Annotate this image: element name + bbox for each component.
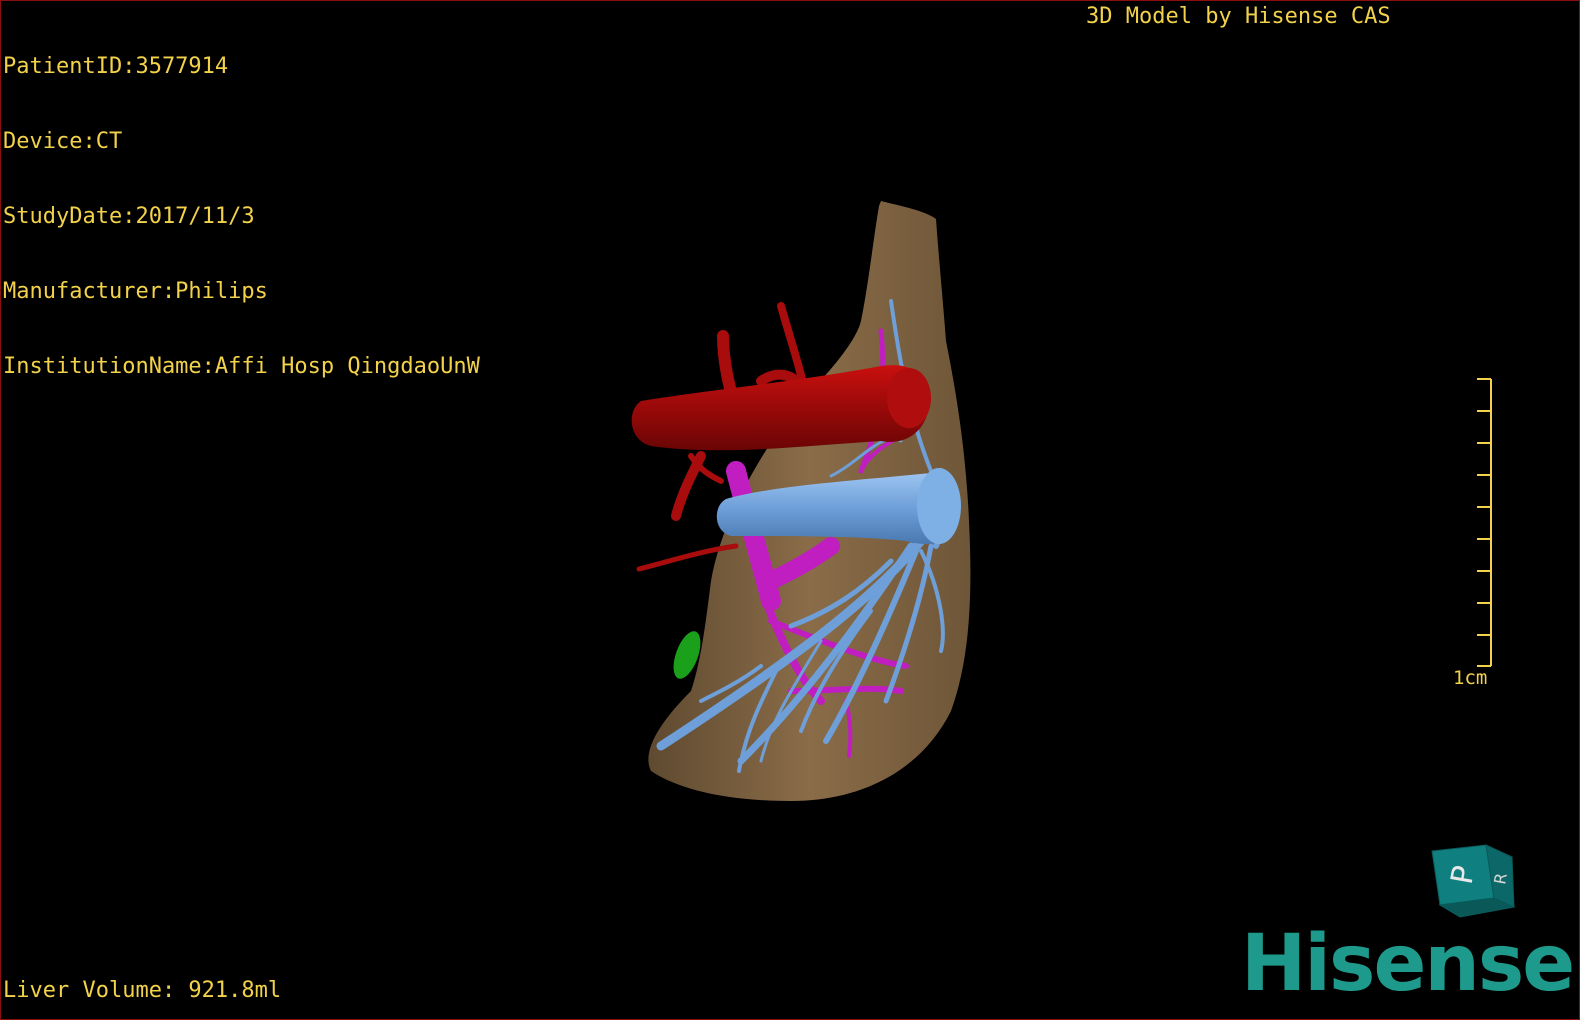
patient-info-overlay: PatientID:3577914 Device:CT StudyDate:20… xyxy=(3,4,480,429)
model-credit-text: 3D Model by Hisense CAS xyxy=(1086,4,1391,29)
hepatic-vein-confluence xyxy=(917,468,961,544)
patient-id-text: PatientID:3577914 xyxy=(3,54,229,79)
liver-volume-text: Liver Volume: 921.8ml xyxy=(3,978,282,1003)
study-date-text: StudyDate:2017/11/3 xyxy=(3,204,255,229)
3d-viewport[interactable]: PatientID:3577914 Device:CT StudyDate:20… xyxy=(0,0,1580,1020)
scale-bar-label: 1cm xyxy=(1453,667,1488,689)
ivc-end-cap xyxy=(887,368,931,428)
device-text: Device:CT xyxy=(3,129,123,154)
scale-bar xyxy=(1477,378,1492,667)
manufacturer-text: Manufacturer:Philips xyxy=(3,279,268,304)
institution-text: InstitutionName:Affi Hosp QingdaoUnW xyxy=(3,354,480,379)
hisense-logo: Hisense xyxy=(1241,919,1575,1009)
